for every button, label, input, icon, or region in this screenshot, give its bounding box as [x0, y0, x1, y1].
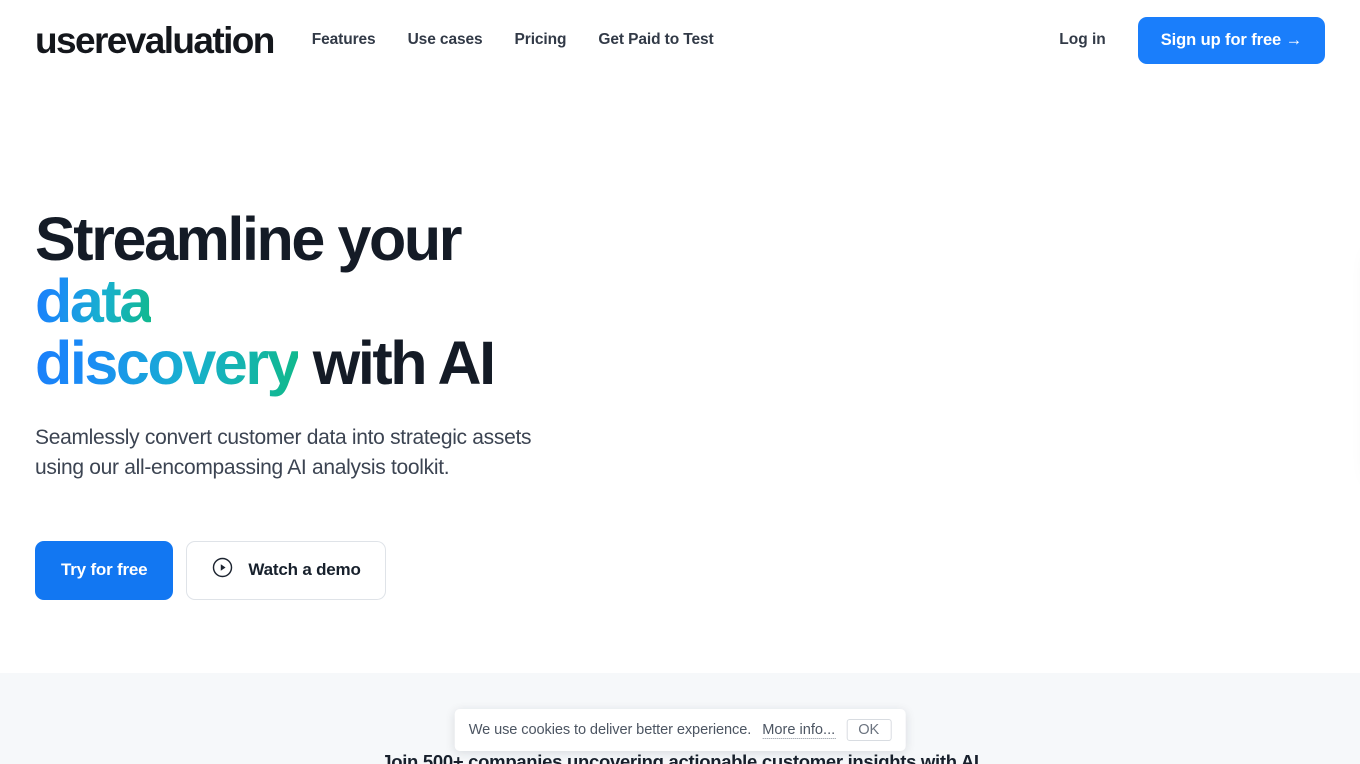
- logo[interactable]: userevaluation: [35, 22, 275, 59]
- cookie-consent-bar: We use cookies to deliver better experie…: [454, 709, 906, 751]
- hero-cta-row: Try for free Watch a demo: [35, 540, 655, 600]
- headline-highlight-discovery: discovery: [35, 329, 301, 398]
- nav-item-get-paid-to-test[interactable]: Get Paid to Test: [598, 31, 713, 49]
- social-proof-text: Join 500+ companies uncovering actionabl…: [381, 751, 979, 764]
- site-header: userevaluation Features Use cases Pricin…: [0, 0, 1360, 80]
- play-circle-icon: [211, 556, 234, 584]
- nav-item-features[interactable]: Features: [312, 31, 376, 49]
- page-title: Streamline your data discovery with AI: [35, 208, 575, 395]
- main-nav: Features Use cases Pricing Get Paid to T…: [312, 31, 714, 49]
- hero-section: Streamline your data discovery with AI Se…: [0, 80, 1360, 600]
- headline-text-1: Streamline your: [35, 205, 462, 273]
- headline-text-2: with AI: [298, 329, 496, 398]
- cookie-ok-button[interactable]: OK: [846, 719, 892, 741]
- hero-visual: KEY INSIGHT There is confusion regarding…: [655, 80, 1325, 600]
- header-actions: Log in Sign up for free →: [1059, 16, 1325, 64]
- hero-copy: Streamline your data discovery with AI Se…: [35, 80, 655, 600]
- nav-item-pricing[interactable]: Pricing: [515, 31, 567, 49]
- login-link[interactable]: Log in: [1059, 31, 1106, 49]
- watch-a-demo-label: Watch a demo: [248, 560, 361, 580]
- nav-item-use-cases[interactable]: Use cases: [408, 31, 483, 49]
- signup-button[interactable]: Sign up for free →: [1137, 16, 1325, 64]
- cookie-message: We use cookies to deliver better experie…: [468, 722, 752, 738]
- try-for-free-button[interactable]: Try for free: [35, 540, 174, 600]
- headline-highlight-data: data: [35, 267, 153, 336]
- cookie-more-info-link[interactable]: More info...: [762, 722, 836, 739]
- watch-a-demo-button[interactable]: Watch a demo: [186, 540, 386, 600]
- hero-subheadline: Seamlessly convert customer data into st…: [35, 425, 532, 479]
